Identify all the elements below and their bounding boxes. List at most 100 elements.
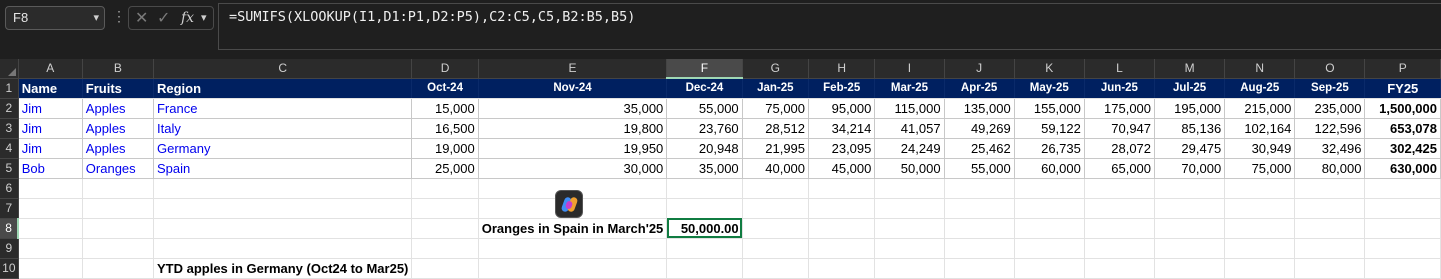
empty-cell[interactable] (18, 218, 83, 239)
name-box[interactable]: F8 ▾ (5, 6, 105, 30)
empty-cell[interactable] (874, 238, 945, 259)
data-cell[interactable]: 235,000 (1294, 98, 1366, 119)
select-all-button[interactable] (0, 59, 19, 79)
column-header-k[interactable]: K (1014, 59, 1085, 79)
empty-cell[interactable] (1294, 218, 1366, 239)
data-cell[interactable]: 24,249 (874, 138, 945, 159)
empty-cell[interactable] (478, 258, 668, 279)
empty-cell[interactable] (1154, 258, 1226, 279)
column-header-a[interactable]: A (18, 59, 83, 79)
empty-cell[interactable] (944, 238, 1015, 259)
header-cell[interactable]: Feb-25 (808, 78, 876, 99)
empty-cell[interactable] (1154, 198, 1226, 219)
data-cell[interactable]: Apples (82, 118, 154, 139)
empty-cell[interactable] (1224, 178, 1296, 199)
data-cell[interactable]: 302,425 (1364, 138, 1441, 159)
data-cell[interactable]: Germany (153, 138, 413, 159)
data-cell[interactable]: 45,000 (808, 158, 876, 179)
header-cell[interactable]: Region (153, 78, 413, 99)
row-header-9[interactable]: 9 (0, 238, 19, 259)
worksheet-grid[interactable]: ABCDEFGHIJKLMNOP 1 Name Fruits Region Oct-24… (0, 59, 1441, 279)
data-cell[interactable]: 30,000 (478, 158, 668, 179)
data-cell[interactable]: 25,000 (411, 158, 479, 179)
row-header-2[interactable]: 2 (0, 98, 19, 119)
empty-cell[interactable] (1224, 238, 1296, 259)
data-cell[interactable]: 80,000 (1294, 158, 1366, 179)
data-cell[interactable]: Jim (18, 138, 83, 159)
empty-cell[interactable] (82, 238, 154, 259)
column-header-f[interactable]: F (666, 59, 743, 79)
empty-cell[interactable] (874, 178, 945, 199)
column-header-g[interactable]: G (742, 59, 810, 79)
empty-cell[interactable] (82, 198, 154, 219)
copilot-icon[interactable] (555, 190, 583, 218)
empty-cell[interactable] (1224, 218, 1296, 239)
data-cell[interactable]: 1,500,000 (1364, 98, 1441, 119)
data-cell[interactable]: 155,000 (1014, 98, 1085, 119)
data-cell[interactable]: 16,500 (411, 118, 479, 139)
data-cell[interactable]: 28,512 (742, 118, 810, 139)
data-cell[interactable]: Jim (18, 118, 83, 139)
data-cell[interactable]: 195,000 (1154, 98, 1226, 119)
data-cell[interactable]: 23,095 (808, 138, 876, 159)
data-cell[interactable]: 135,000 (944, 98, 1015, 119)
empty-cell[interactable] (153, 178, 413, 199)
column-header-l[interactable]: L (1084, 59, 1156, 79)
empty-cell[interactable] (1294, 258, 1366, 279)
empty-cell[interactable] (1014, 258, 1085, 279)
data-cell[interactable]: 19,800 (478, 118, 668, 139)
empty-cell[interactable] (742, 178, 810, 199)
confirm-icon[interactable]: ✓ (157, 8, 170, 28)
header-cell[interactable]: Nov-24 (478, 78, 668, 99)
empty-cell[interactable] (1014, 218, 1085, 239)
data-cell[interactable]: 59,122 (1014, 118, 1085, 139)
empty-cell[interactable] (18, 178, 83, 199)
data-cell[interactable]: 55,000 (944, 158, 1015, 179)
column-header-b[interactable]: B (82, 59, 154, 79)
empty-cell[interactable] (82, 258, 154, 279)
empty-cell[interactable] (1014, 198, 1085, 219)
empty-cell[interactable] (666, 178, 743, 199)
empty-cell[interactable] (1154, 178, 1226, 199)
empty-cell[interactable] (1364, 198, 1441, 219)
data-cell[interactable]: Italy (153, 118, 413, 139)
header-cell[interactable]: Apr-25 (944, 78, 1015, 99)
empty-cell[interactable] (742, 238, 810, 259)
data-cell[interactable]: 55,000 (666, 98, 743, 119)
empty-cell[interactable] (411, 218, 479, 239)
data-cell[interactable]: 19,950 (478, 138, 668, 159)
empty-cell[interactable] (1224, 198, 1296, 219)
empty-cell[interactable] (1294, 178, 1366, 199)
row-header-1[interactable]: 1 (0, 78, 19, 99)
empty-cell[interactable] (666, 258, 743, 279)
data-cell[interactable]: 49,269 (944, 118, 1015, 139)
header-cell[interactable]: FY25 (1364, 78, 1441, 99)
data-cell[interactable]: 102,164 (1224, 118, 1296, 139)
empty-cell[interactable] (153, 238, 413, 259)
empty-cell[interactable] (808, 258, 876, 279)
empty-cell[interactable] (411, 258, 479, 279)
empty-cell[interactable] (874, 258, 945, 279)
data-cell[interactable]: 32,496 (1294, 138, 1366, 159)
data-cell[interactable]: Jim (18, 98, 83, 119)
empty-cell[interactable] (1154, 218, 1226, 239)
header-cell[interactable]: Jan-25 (742, 78, 810, 99)
header-cell[interactable]: Oct-24 (411, 78, 479, 99)
data-cell[interactable]: Oranges (82, 158, 154, 179)
column-header-j[interactable]: J (944, 59, 1015, 79)
chevron-down-icon[interactable]: ▾ (201, 11, 207, 24)
header-cell[interactable]: Jul-25 (1154, 78, 1226, 99)
empty-cell[interactable] (153, 198, 413, 219)
empty-cell[interactable] (411, 198, 479, 219)
empty-cell[interactable] (666, 198, 743, 219)
header-cell[interactable]: Jun-25 (1084, 78, 1156, 99)
header-cell[interactable]: Mar-25 (874, 78, 945, 99)
data-cell[interactable]: 15,000 (411, 98, 479, 119)
row-header-8[interactable]: 8 (0, 218, 20, 239)
empty-cell[interactable] (18, 198, 83, 219)
empty-cell[interactable] (1294, 238, 1366, 259)
empty-cell[interactable] (742, 198, 810, 219)
data-cell[interactable]: 215,000 (1224, 98, 1296, 119)
empty-cell[interactable] (808, 218, 876, 239)
empty-cell[interactable] (1084, 258, 1156, 279)
